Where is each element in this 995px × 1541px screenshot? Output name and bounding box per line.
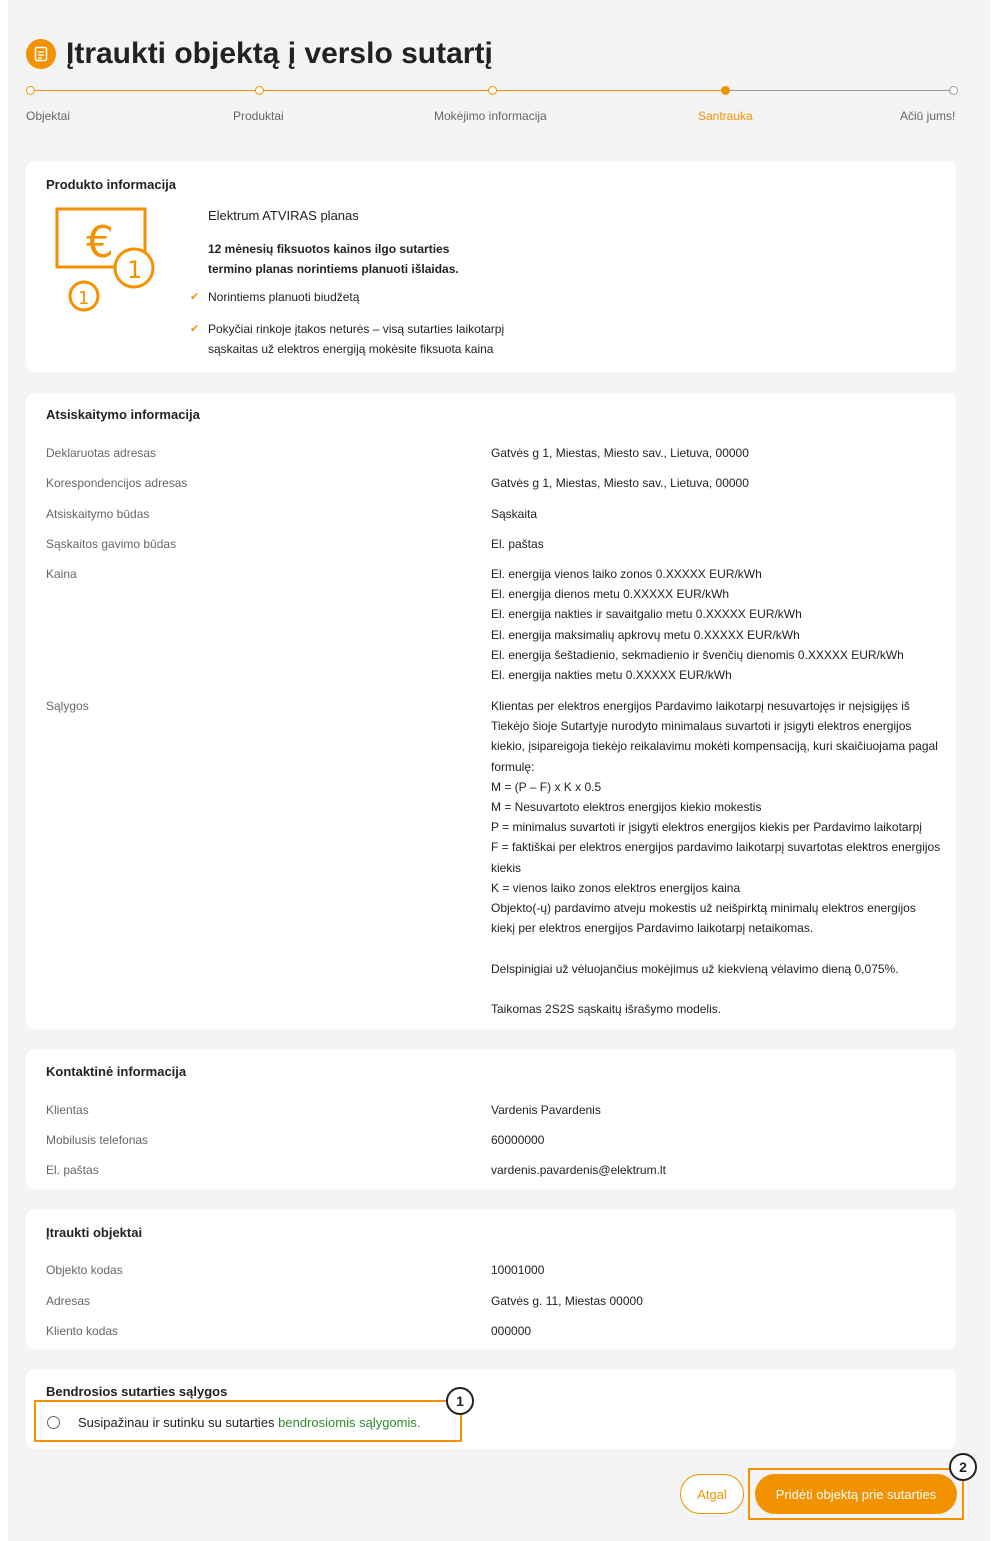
plan-description-line1: 12 mėnesių fiksuotos kainos ilgo sutarti… [208, 242, 450, 256]
object-address-value: Gatvės g. 11, Miestas 00000 [491, 1294, 643, 1308]
email-value: vardenis.pavardenis@elektrum.lt [491, 1163, 666, 1177]
stepper-remaining-line [728, 90, 954, 91]
payment-method-value: Sąskaita [491, 507, 538, 521]
billing-section-title: Atsiskaitymo informacija [46, 407, 200, 422]
benefit-item: ✔ Norintiems planuoti biudžetą [190, 287, 360, 307]
benefit-text-line1: Pokyčiai rinkoje įtakos neturės – visą s… [208, 322, 505, 336]
condition-line: Tiekėjo šioje Sutartyje nurodyto minimal… [491, 719, 912, 734]
svg-text:1: 1 [127, 256, 142, 284]
product-section-title: Produkto informacija [46, 177, 177, 192]
step-dot-objektai [26, 86, 35, 95]
invoice-delivery-label: Sąskaitos gavimo būdas [46, 537, 177, 551]
benefit-text-line2: sąskaitas už elektros energiją mokėsite … [208, 342, 494, 356]
price-label: Kaina [46, 567, 77, 581]
mobile-label: Mobilusis telefonas [46, 1133, 149, 1147]
condition-line: Objekto(-ų) pardavimo atveju mokestis už… [491, 901, 916, 916]
conditions-label: Sąlygos [46, 699, 89, 713]
euro-fixed-price-icon: € 1 1 [55, 207, 155, 312]
object-code-label: Objekto kodas [46, 1263, 123, 1277]
client-code-label: Kliento kodas [46, 1324, 119, 1338]
check-icon: ✔ [190, 323, 200, 335]
price-line: El. energija nakties metu 0.XXXXX EUR/kW… [491, 668, 732, 683]
svg-text:€: € [86, 217, 114, 268]
condition-line: F = faktiškai per elektros energijos par… [491, 840, 941, 855]
price-list: El. energija vienos laiko zonos 0.XXXXX … [491, 564, 941, 685]
annotation-highlight-add-button [748, 1468, 964, 1520]
annotation-badge-2: 2 [949, 1453, 977, 1481]
condition-line: Delspinigiai už vėluojančius mokėjimus u… [491, 961, 899, 976]
condition-line: Klientas per elektros energijos Pardavim… [491, 699, 910, 713]
product-info-card: Produkto informacija € 1 1 Elektrum ATVI… [26, 161, 956, 372]
annotation-highlight-consent [34, 1400, 462, 1442]
step-label-produktai: Produktai [233, 109, 284, 123]
client-code-value: 000000 [491, 1324, 532, 1338]
page-header: Įtraukti objektą į verslo sutartį [26, 34, 493, 74]
step-label-santrauka: Santrauka [698, 109, 753, 123]
back-button[interactable]: Atgal [680, 1474, 744, 1514]
price-line: El. energija dienos metu 0.XXXXX EUR/kWh [491, 587, 730, 602]
condition-line: kiekį per elektros energijos Pardavimo l… [491, 921, 814, 936]
step-label-mokejimo: Mokėjimo informacija [434, 109, 547, 123]
plan-description: 12 mėnesių fiksuotos kainos ilgo sutarti… [208, 239, 459, 279]
step-label-aciu: Ačiū jums! [900, 109, 956, 123]
email-label: El. paštas [46, 1163, 99, 1177]
condition-line: kiekio, įsipareigoja tiekėjo reikalavimu… [491, 739, 938, 754]
check-icon: ✔ [190, 291, 200, 303]
price-line: El. energija nakties ir savaitgalio metu… [491, 607, 802, 622]
contact-section-title: Kontaktinė informacija [46, 1064, 187, 1079]
contact-info-card: Kontaktinė informacija Klientas Vardenis… [26, 1049, 956, 1189]
condition-line: P = minimalus suvartoti ir įsigyti elekt… [491, 820, 922, 835]
benefit-item: ✔ Pokyčiai rinkoje įtakos neturės – visą… [190, 319, 505, 359]
page-title: Įtraukti objektą į verslo sutartį [66, 37, 493, 70]
invoice-delivery-value: El. paštas [491, 537, 544, 551]
condition-line: M = (P – F) x K x 0.5 [491, 779, 602, 794]
declared-address-value: Gatvės g 1, Miestas, Miesto sav., Lietuv… [491, 446, 749, 460]
step-dot-santrauka [721, 86, 730, 95]
object-address-label: Adresas [46, 1294, 91, 1308]
stepper-progress-line [31, 90, 728, 91]
client-value: Vardenis Pavardenis [491, 1103, 601, 1117]
plan-description-line2: termino planas norintiems planuoti išlai… [208, 262, 459, 276]
condition-line: M = Nesuvartoto elektros energijos kieki… [491, 800, 762, 815]
svg-text:1: 1 [78, 288, 89, 309]
step-label-objektai: Objektai [26, 109, 71, 123]
step-dot-mokejimo [488, 86, 497, 95]
client-label: Klientas [46, 1103, 89, 1117]
price-line: El. energija šeštadienio, sekmadienio ir… [491, 647, 904, 662]
condition-line: formulę: [491, 759, 535, 774]
annotation-badge-1: 1 [446, 1387, 474, 1415]
object-code-value: 10001000 [491, 1263, 545, 1277]
condition-spacer [491, 979, 941, 999]
terms-section-title: Bendrosios sutarties sąlygos [46, 1384, 228, 1399]
document-icon [26, 39, 56, 69]
declared-address-label: Deklaruotas adresas [46, 446, 157, 460]
conditions-text: Klientas per elektros energijos Pardavim… [491, 696, 941, 1019]
step-dot-produktai [255, 86, 264, 95]
mobile-value: 60000000 [491, 1133, 545, 1147]
condition-line: kiekis [491, 860, 522, 875]
billing-info-card: Atsiskaitymo informacija Deklaruotas adr… [26, 393, 956, 1029]
price-line: El. energija maksimalių apkrovų metu 0.X… [491, 627, 800, 642]
price-line: El. energija vienos laiko zonos 0.XXXXX … [491, 567, 762, 581]
benefit-text: Norintiems planuoti biudžetą [208, 290, 360, 304]
condition-spacer [491, 938, 941, 958]
correspondence-address-label: Korespondencijos adresas [46, 476, 188, 490]
condition-line: K = vienos laiko zonos elektros energijo… [491, 880, 741, 895]
payment-method-label: Atsiskaitymo būdas [46, 507, 150, 521]
plan-name: Elektrum ATVIRAS planas [208, 208, 359, 223]
step-dot-aciu [949, 86, 958, 95]
correspondence-address-value: Gatvės g 1, Miestas, Miesto sav., Lietuv… [491, 476, 749, 490]
included-objects-card: Įtraukti objektai Objekto kodas 10001000… [26, 1209, 956, 1349]
objects-section-title: Įtraukti objektai [46, 1225, 143, 1240]
condition-line: Taikomas 2S2S sąskaitų išrašymo modelis. [491, 1002, 722, 1017]
progress-stepper: Objektai Produktai Mokėjimo informacija … [26, 85, 958, 125]
